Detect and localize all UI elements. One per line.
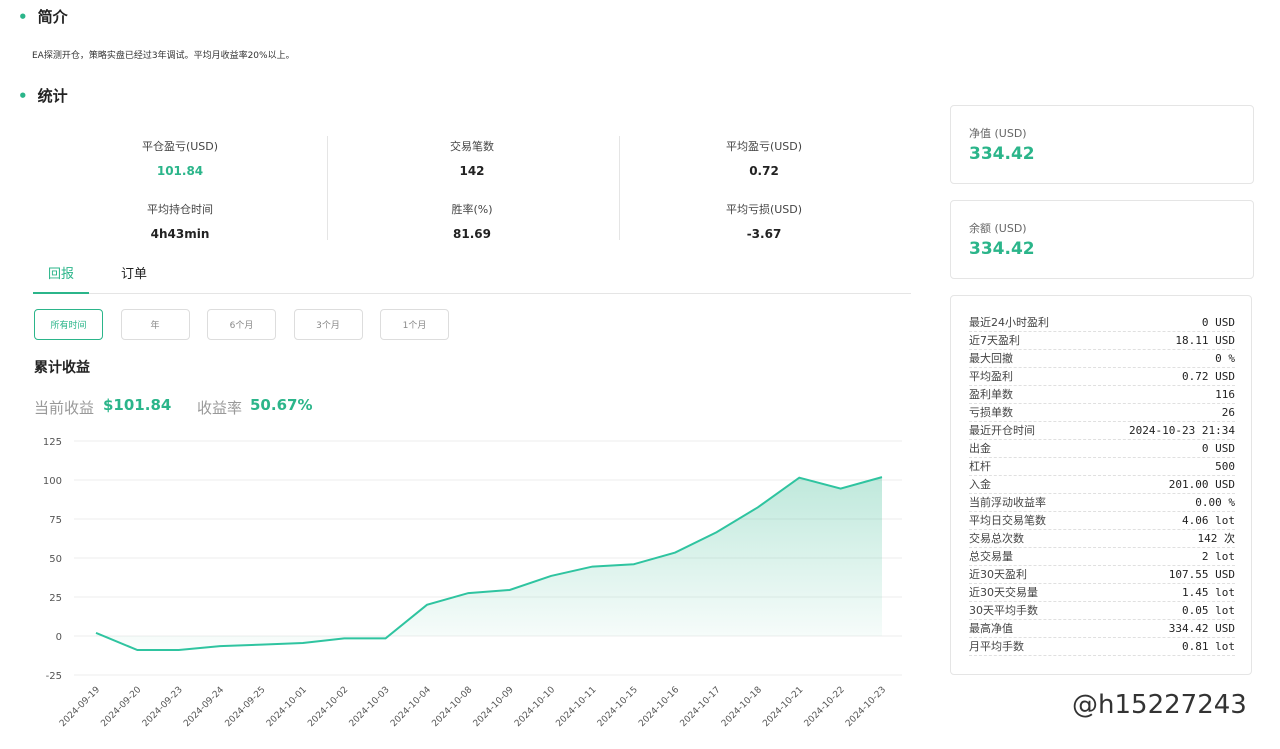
detail-row: 交易总次数 142 次 [969, 530, 1235, 548]
detail-value: 4.06 lot [1182, 514, 1235, 527]
details-table: 最近24小时盈利 0 USD 近7天盈利 18.11 USD 最大回撤 0 % 平均盈利 0.… [950, 295, 1252, 675]
detail-value: 116 [1215, 388, 1235, 401]
detail-value: 0 USD [1201, 442, 1235, 455]
detail-row: 近7天盈利 18.11 USD [969, 332, 1235, 350]
balance-label: 余额 (USD) [969, 222, 1027, 235]
detail-value: 0 % [1215, 352, 1235, 365]
balance-value: 334.42 [969, 239, 1035, 259]
y-tick-label: 75 [49, 515, 62, 526]
detail-row: 最高净值 334.42 USD [969, 620, 1235, 638]
equity-card: 净值 (USD) 334.42 [950, 105, 1254, 184]
detail-row: 入金 201.00 USD [969, 476, 1235, 494]
detail-label: 30天平均手数 [969, 604, 1038, 617]
y-tick-label: 50 [49, 554, 62, 565]
detail-value: 0.00 % [1195, 496, 1235, 509]
detail-label: 最近开仓时间 [969, 424, 1035, 437]
detail-value: 334.42 USD [1168, 622, 1235, 635]
detail-value: 2 lot [1201, 550, 1235, 563]
detail-value: 0.81 lot [1182, 640, 1235, 653]
y-tick-label: 100 [43, 476, 62, 487]
x-tick-label: 2024-10-04 [389, 685, 433, 729]
x-tick-label: 2024-10-09 [472, 685, 516, 729]
detail-value: 107.55 USD [1168, 568, 1235, 581]
y-tick-label: -25 [46, 671, 62, 682]
detail-row: 出金 0 USD [969, 440, 1235, 458]
x-tick-label: 2024-10-15 [596, 685, 640, 729]
detail-row: 平均盈利 0.72 USD [969, 368, 1235, 386]
detail-value: 1.45 lot [1182, 586, 1235, 599]
detail-value: 500 [1215, 460, 1235, 473]
detail-label: 平均盈利 [969, 370, 1013, 383]
x-tick-label: 2024-10-22 [803, 685, 847, 729]
detail-row: 杠杆 500 [969, 458, 1235, 476]
detail-row: 总交易量 2 lot [969, 548, 1235, 566]
detail-value: 18.11 USD [1175, 334, 1235, 347]
detail-label: 交易总次数 [969, 532, 1024, 545]
balance-card: 余额 (USD) 334.42 [950, 200, 1254, 279]
cumulative-return-chart: 1251007550250-252024-09-192024-09-202024… [43, 437, 902, 729]
x-tick-label: 2024-10-01 [265, 685, 309, 729]
detail-row: 当前浮动收益率 0.00 % [969, 494, 1235, 512]
detail-label: 近7天盈利 [969, 334, 1020, 347]
detail-row: 近30天交易量 1.45 lot [969, 584, 1235, 602]
x-tick-label: 2024-09-25 [224, 685, 268, 729]
detail-label: 亏损单数 [969, 406, 1013, 419]
detail-row: 30天平均手数 0.05 lot [969, 602, 1235, 620]
y-tick-label: 125 [43, 437, 62, 448]
x-tick-label: 2024-09-19 [58, 685, 102, 729]
x-tick-label: 2024-10-21 [761, 685, 805, 729]
detail-label: 近30天盈利 [969, 568, 1027, 581]
detail-row: 最大回撤 0 % [969, 350, 1235, 368]
detail-label: 最高净值 [969, 622, 1013, 635]
x-tick-label: 2024-10-10 [513, 685, 557, 729]
x-tick-label: 2024-10-17 [679, 685, 723, 729]
detail-label: 杠杆 [969, 460, 991, 473]
equity-label: 净值 (USD) [969, 127, 1027, 140]
detail-row: 平均日交易笔数 4.06 lot [969, 512, 1235, 530]
x-tick-label: 2024-09-20 [99, 685, 143, 729]
detail-label: 近30天交易量 [969, 586, 1038, 599]
y-tick-label: 0 [56, 632, 62, 643]
detail-value: 26 [1221, 406, 1235, 419]
detail-value: 0.72 USD [1182, 370, 1235, 383]
x-tick-label: 2024-10-03 [348, 685, 392, 729]
x-tick-label: 2024-10-11 [554, 685, 598, 729]
detail-value: 142 次 [1197, 532, 1236, 545]
detail-label: 入金 [969, 478, 991, 491]
x-tick-label: 2024-10-02 [306, 685, 350, 729]
y-tick-label: 25 [49, 593, 62, 604]
watermark: @h15227243 [1072, 690, 1247, 720]
detail-row: 盈利单数 116 [969, 386, 1235, 404]
detail-label: 最近24小时盈利 [969, 316, 1049, 329]
detail-label: 总交易量 [969, 550, 1013, 563]
detail-row: 最近24小时盈利 0 USD [969, 314, 1235, 332]
detail-label: 当前浮动收益率 [969, 496, 1046, 509]
x-tick-label: 2024-10-16 [637, 685, 681, 729]
detail-value: 2024-10-23 21:34 [1129, 424, 1235, 437]
detail-label: 最大回撤 [969, 352, 1013, 365]
x-tick-label: 2024-09-24 [182, 685, 226, 729]
x-tick-label: 2024-10-08 [430, 685, 474, 729]
detail-row: 近30天盈利 107.55 USD [969, 566, 1235, 584]
x-tick-label: 2024-09-23 [141, 685, 185, 729]
detail-label: 月平均手数 [969, 640, 1024, 653]
detail-row: 月平均手数 0.81 lot [969, 638, 1235, 656]
detail-row: 最近开仓时间 2024-10-23 21:34 [969, 422, 1235, 440]
detail-row: 亏损单数 26 [969, 404, 1235, 422]
detail-value: 201.00 USD [1168, 478, 1235, 491]
detail-value: 0 USD [1201, 316, 1235, 329]
x-tick-label: 2024-10-23 [844, 685, 888, 729]
detail-label: 出金 [969, 442, 991, 455]
detail-label: 平均日交易笔数 [969, 514, 1046, 527]
detail-label: 盈利单数 [969, 388, 1013, 401]
x-tick-label: 2024-10-18 [720, 685, 764, 729]
detail-value: 0.05 lot [1182, 604, 1235, 617]
equity-value: 334.42 [969, 144, 1035, 164]
